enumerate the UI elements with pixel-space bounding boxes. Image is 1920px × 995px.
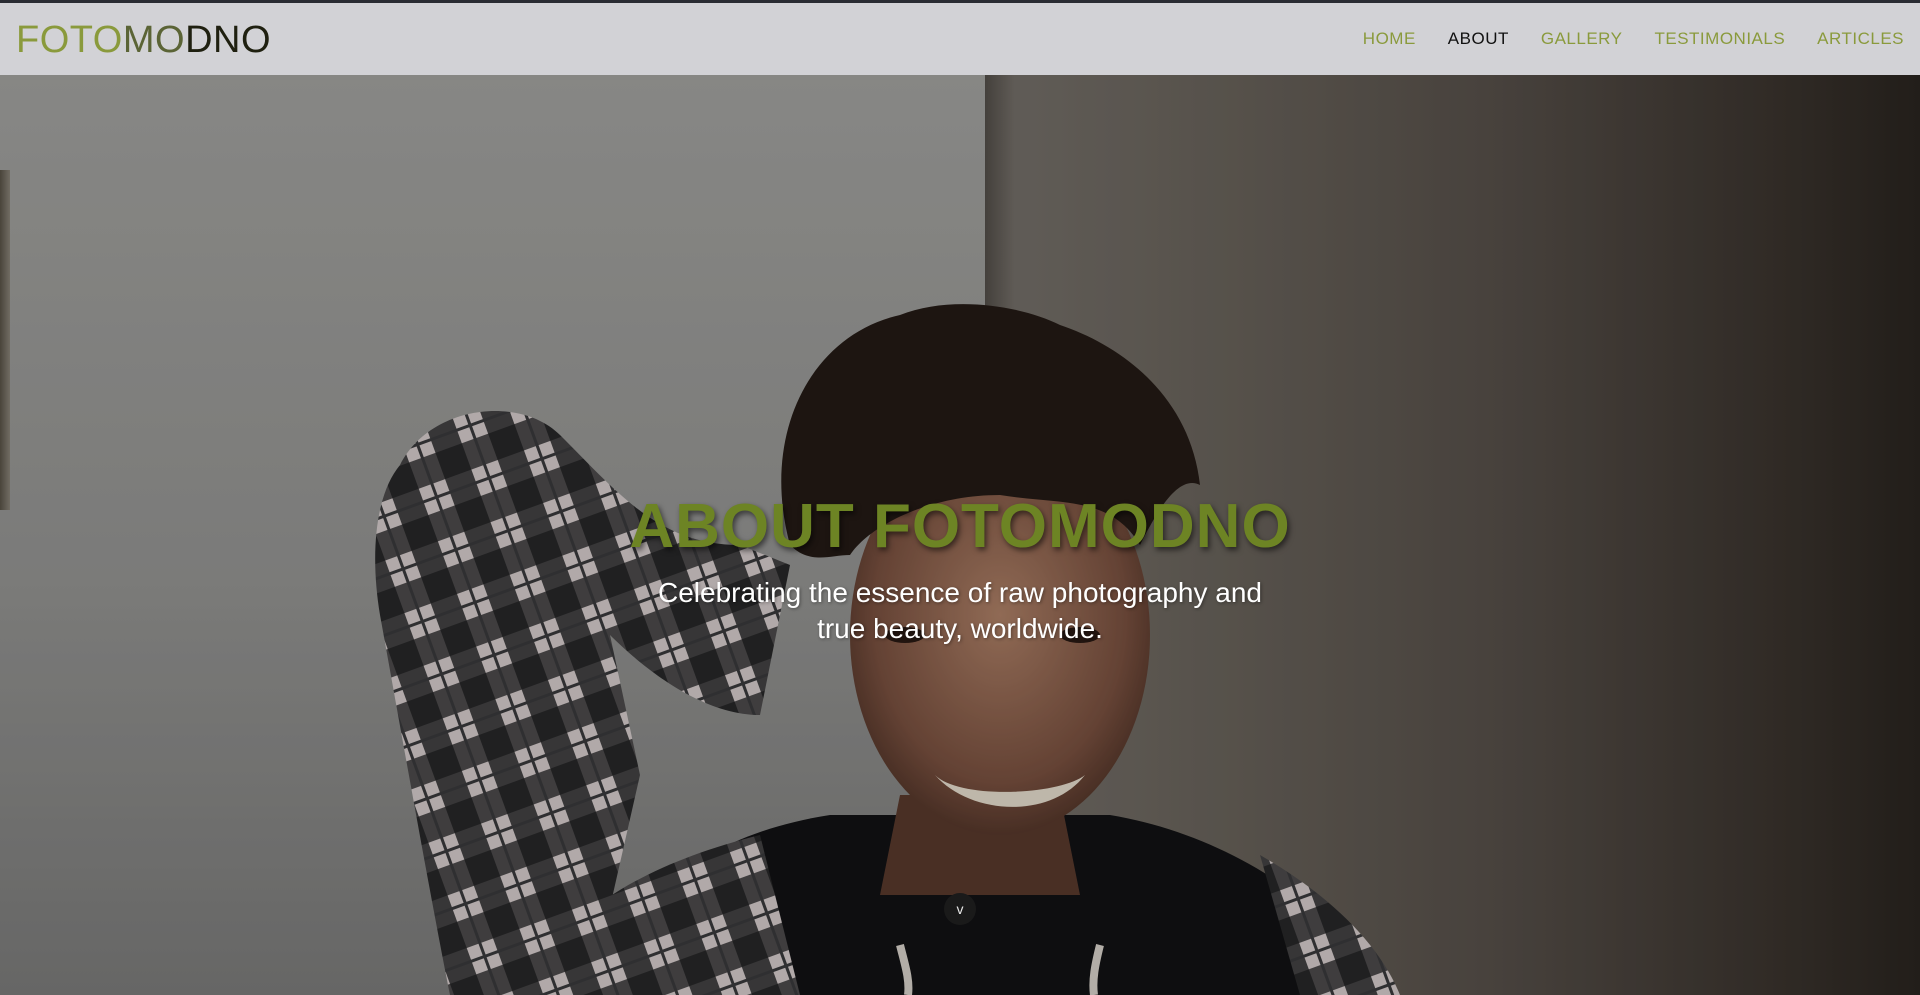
nav-home[interactable]: HOME — [1363, 29, 1416, 49]
hero-text-block: ABOUT FOTOMODNO Celebrating the essence … — [0, 492, 1920, 647]
site-header: FOTO MO DNO HOME ABOUT GALLERY TESTIMONIAL… — [0, 3, 1920, 75]
main-nav: HOME ABOUT GALLERY TESTIMONIALS ARTICLES — [1363, 29, 1904, 49]
nav-gallery[interactable]: GALLERY — [1541, 29, 1623, 49]
hero-section: ABOUT FOTOMODNO Celebrating the essence … — [0, 75, 1920, 995]
nav-testimonials[interactable]: TESTIMONIALS — [1654, 29, 1785, 49]
hero-title: ABOUT FOTOMODNO — [629, 492, 1291, 561]
logo-part-1: FOTO — [16, 19, 123, 61]
logo-part-2: MO — [122, 19, 186, 61]
hero-subtitle: Celebrating the essence of raw photograp… — [658, 577, 1262, 645]
logo-part-3: DNO — [185, 19, 272, 61]
nav-about[interactable]: ABOUT — [1448, 29, 1509, 49]
nav-articles[interactable]: ARTICLES — [1817, 29, 1904, 49]
chevron-down-icon[interactable]: v — [944, 893, 976, 925]
site-logo[interactable]: FOTO MO DNO — [16, 21, 271, 59]
